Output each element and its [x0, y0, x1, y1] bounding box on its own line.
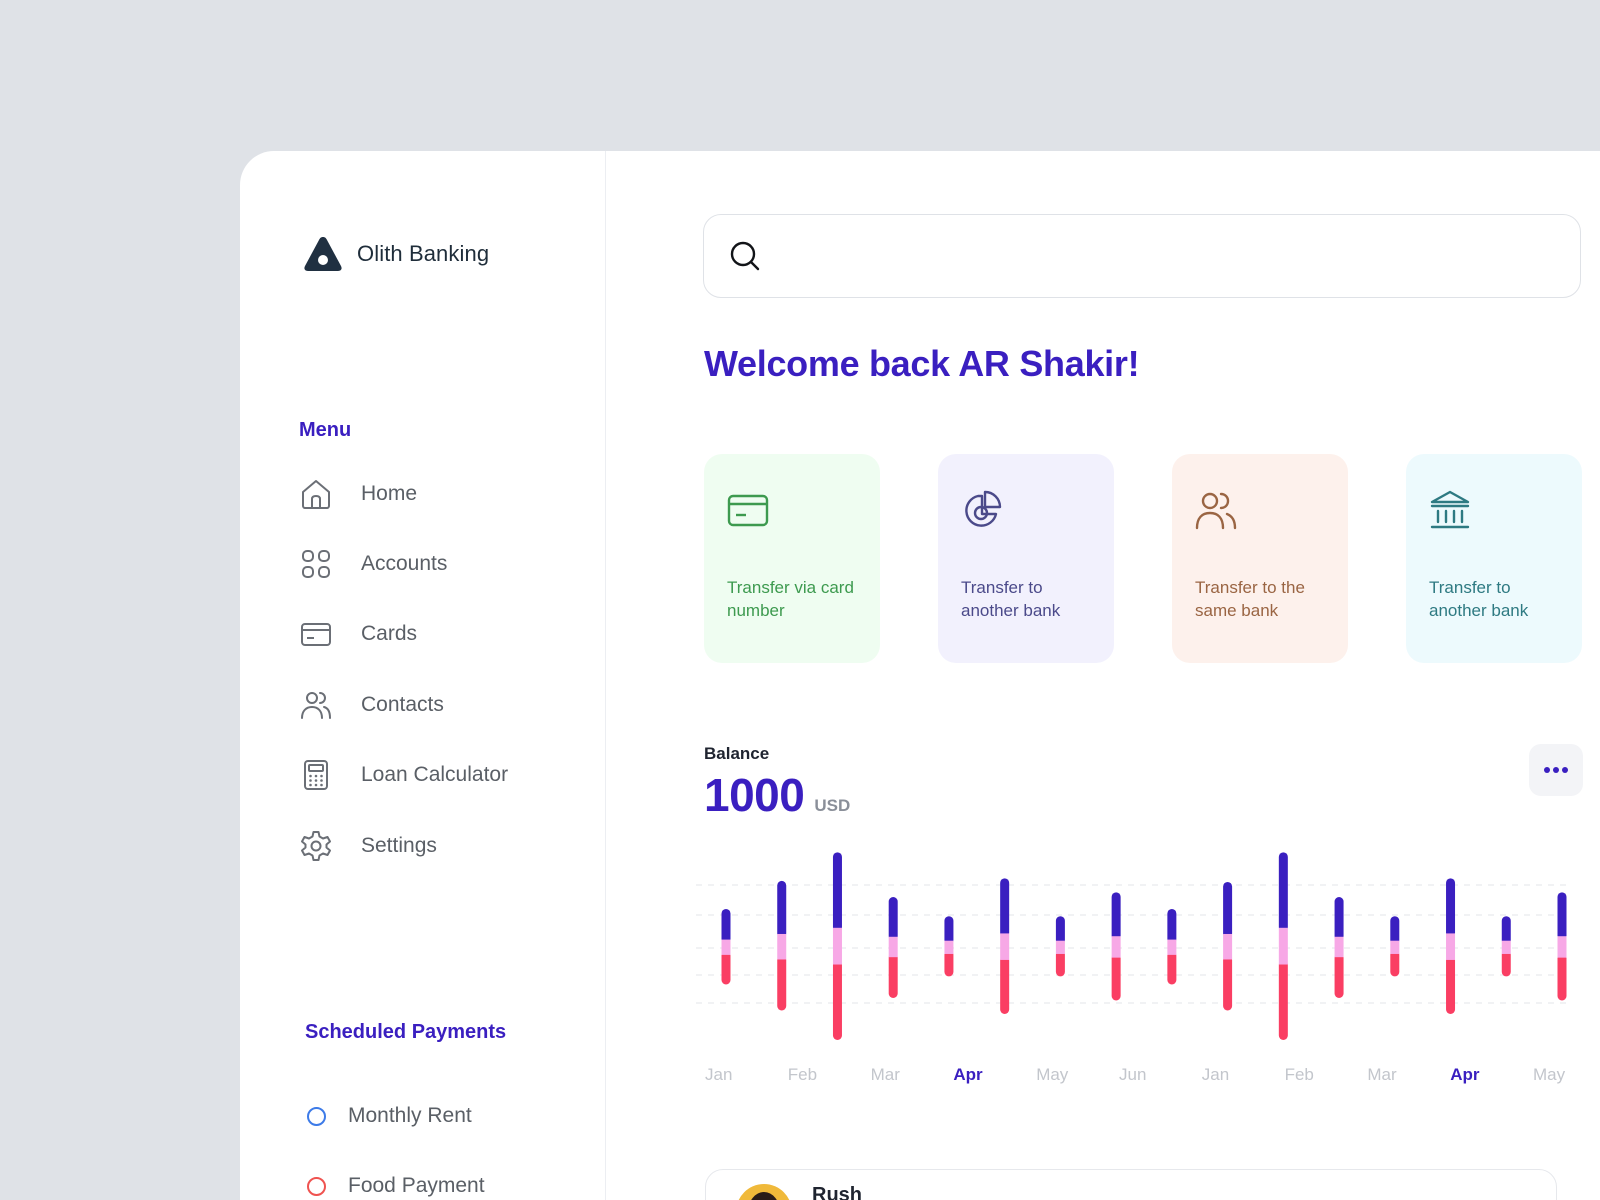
- sidebar: Olith Banking Menu Home Accounts Cards C…: [240, 151, 606, 1200]
- scheduled-payment-monthly-rent[interactable]: Monthly Rent: [307, 1104, 472, 1128]
- quick-action-label: Transfer to another bank: [961, 578, 1061, 620]
- menu-title: Menu: [299, 419, 352, 441]
- search-input[interactable]: [774, 225, 1580, 287]
- chart-tick-label: Mar: [870, 1065, 900, 1084]
- brand[interactable]: Olith Banking: [303, 235, 489, 273]
- welcome-heading: Welcome back AR Shakir!: [704, 343, 1140, 384]
- pie-chart-icon: [965, 490, 1002, 527]
- chart-tick-label: Feb: [787, 1065, 818, 1084]
- scheduled-payments-title: Scheduled Payments: [305, 1021, 507, 1043]
- scheduled-payment-label: Monthly Rent: [348, 1104, 472, 1127]
- quick-action-label: Transfer to another bank: [1429, 578, 1529, 620]
- chart-tick-label: Apr: [1450, 1065, 1480, 1084]
- bank-icon: [1430, 490, 1470, 529]
- main-content: Welcome back AR Shakir! Transfer via car…: [605, 151, 1600, 1200]
- sidebar-item-label: Accounts: [361, 552, 448, 575]
- chart-tick-label: May: [1533, 1065, 1566, 1084]
- scheduled-payment-label: Food Payment: [348, 1174, 485, 1197]
- payment-status-ring-icon[interactable]: [307, 1106, 326, 1126]
- sidebar-item-label: Cards: [361, 622, 418, 645]
- chart-tick-label: Jan: [705, 1065, 733, 1084]
- gear-icon: [299, 829, 333, 863]
- chart-tick-label: Apr: [953, 1065, 983, 1084]
- chart-tick-label: May: [1036, 1065, 1069, 1084]
- search-bar[interactable]: [703, 214, 1581, 298]
- quick-action-label: Transfer via card number: [727, 578, 854, 620]
- sidebar-item-label: Settings: [361, 834, 437, 857]
- home-icon: [299, 477, 333, 511]
- users-icon: [299, 688, 333, 722]
- card-icon: [299, 617, 333, 651]
- card-icon: [727, 494, 769, 527]
- sidebar-item-accounts[interactable]: Accounts: [299, 544, 447, 584]
- balance-label: Balance: [704, 744, 770, 763]
- users-icon: [1195, 492, 1237, 530]
- brand-logo-icon: [304, 237, 342, 271]
- sidebar-item-label: Home: [361, 482, 418, 505]
- more-dots-icon: [1544, 767, 1568, 773]
- quick-action-label: Transfer to the same bank: [1195, 578, 1305, 620]
- quick-action-transfer-to-same-bank[interactable]: Transfer to the same bank: [1172, 454, 1348, 663]
- brand-name: Olith Banking: [357, 241, 490, 266]
- chart-tick-label: Mar: [1367, 1065, 1397, 1084]
- contact-name: Rush: [812, 1184, 862, 1200]
- quick-action-transfer-to-another-bank-2[interactable]: Transfer to another bank: [1406, 454, 1582, 663]
- scheduled-payment-food-payment[interactable]: Food Payment: [307, 1174, 485, 1198]
- balance-value: 1000: [704, 769, 805, 821]
- sidebar-item-loan-calculator[interactable]: Loan Calculator: [299, 755, 508, 795]
- sidebar-item-cards[interactable]: Cards: [299, 614, 417, 654]
- grid-icon: [299, 547, 333, 581]
- contact-preview-card[interactable]: Rush: [705, 1169, 1557, 1200]
- sidebar-item-home[interactable]: Home: [299, 474, 417, 514]
- sidebar-item-settings[interactable]: Settings: [299, 826, 437, 866]
- chart-tick-label: Feb: [1284, 1065, 1314, 1084]
- quick-action-transfer-via-card-number[interactable]: Transfer via card number: [704, 454, 880, 663]
- app-window: Olith Banking Menu Home Accounts Cards C…: [240, 151, 1600, 1200]
- avatar: [736, 1184, 792, 1200]
- sidebar-item-contacts[interactable]: Contacts: [299, 685, 444, 725]
- sidebar-item-label: Contacts: [361, 693, 444, 716]
- search-icon: [730, 241, 760, 271]
- chart-tick-label: Jun: [1119, 1065, 1147, 1084]
- balance-unit: USD: [814, 796, 851, 815]
- calculator-icon: [299, 758, 333, 792]
- quick-action-transfer-to-another-bank[interactable]: Transfer to another bank: [938, 454, 1114, 663]
- chart-tick-label: Jan: [1201, 1065, 1230, 1084]
- balance-amount: 1000 USD: [704, 768, 850, 822]
- sidebar-item-label: Loan Calculator: [361, 763, 509, 786]
- payment-status-ring-icon[interactable]: [307, 1176, 326, 1196]
- more-options-button[interactable]: [1529, 744, 1583, 796]
